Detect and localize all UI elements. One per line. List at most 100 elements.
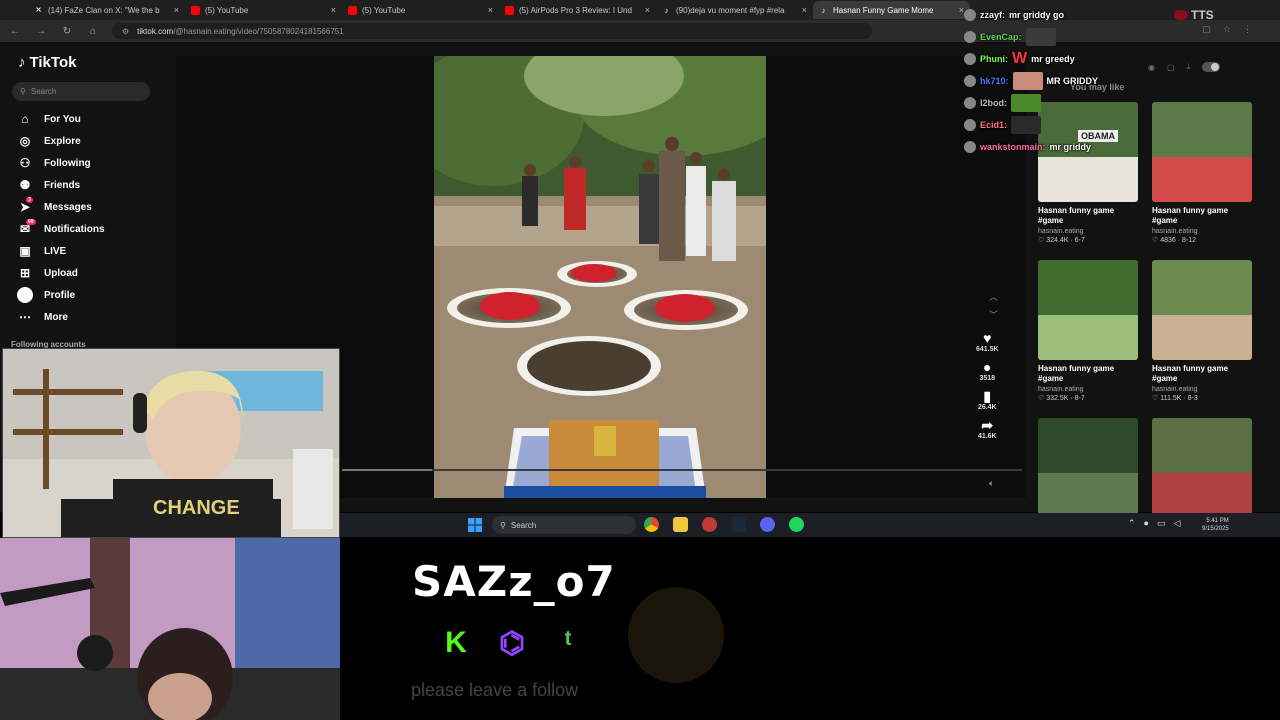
discord-icon[interactable]	[760, 517, 775, 532]
save-button[interactable]: ▮ 26.4K	[978, 388, 997, 411]
chat-username[interactable]: wankstonmain:	[980, 142, 1046, 152]
chat-username[interactable]: Phuni:	[980, 54, 1008, 64]
extensions-icon[interactable]: ▢	[1202, 24, 1211, 35]
chat-badge-icon	[964, 31, 976, 43]
nav-following[interactable]: ⚇ Following	[17, 152, 105, 174]
nav-for-you[interactable]: ⌂ For You	[17, 108, 105, 130]
card-author[interactable]: hasnain.eating	[1152, 386, 1252, 393]
chat-username[interactable]: zzayf:	[980, 10, 1005, 20]
menu-icon[interactable]: ⋮	[1243, 24, 1252, 35]
video-actions: ♥ 641.5K ● 3518 ▮ 26.4K ➦ 41.6K	[976, 330, 999, 444]
video-thumbnail	[1038, 260, 1138, 360]
url-path: /@hasnain.eating/video/75058780241815667…	[173, 26, 344, 36]
card-author[interactable]: hasnain.eating	[1152, 228, 1252, 235]
next-video-chevron-icon[interactable]: ﹀	[989, 308, 998, 321]
network-icon[interactable]: ▭	[1157, 518, 1166, 529]
steam-icon[interactable]	[731, 517, 746, 532]
chat-message: wankstonmain: mr griddy	[964, 136, 1164, 158]
home-icon[interactable]: ⌂	[86, 26, 100, 37]
card-likes: 332.5K	[1046, 395, 1069, 402]
like-button[interactable]: ♥ 641.5K	[976, 330, 999, 353]
nav-label: Upload	[44, 267, 78, 279]
back-icon[interactable]: ←	[8, 26, 22, 37]
site-info-icon[interactable]: ⚙	[122, 27, 129, 36]
file-explorer-icon[interactable]	[673, 517, 688, 532]
bookmark-icon: ▮	[983, 388, 992, 404]
volume-icon[interactable]: 🔈︎	[989, 478, 994, 489]
spotify-icon[interactable]	[789, 517, 804, 532]
close-tab-icon[interactable]: ×	[645, 5, 650, 15]
tiktok-logo[interactable]: ♪ TikTok	[18, 54, 76, 71]
url-field[interactable]: ⚙ tiktok.com/@hasnain.eating/video/75058…	[112, 23, 872, 39]
browser-tab[interactable]: ✕ (14) FaZe Clan on X: "We the b ×	[28, 1, 185, 19]
taskbar-clock[interactable]: 5:41 PM 9/15/2025	[1202, 517, 1229, 533]
chat-badge-icon	[964, 9, 976, 21]
share-button[interactable]: ➦ 41.6K	[978, 417, 997, 440]
browser-tab[interactable]: (5) YouTube ×	[185, 1, 342, 19]
nav-label: Following	[44, 157, 91, 169]
nav-live[interactable]: ▣ LIVE	[17, 240, 105, 262]
tiktok-search-input[interactable]: ⚲ Search	[12, 82, 150, 101]
recommended-video-card[interactable]: Hasnan funny game #game hasnain.eating ♡ 3…	[1038, 260, 1138, 418]
card-title: Hasnan funny game #game	[1152, 206, 1229, 225]
square-icon[interactable]: ▢	[1167, 63, 1175, 72]
heart-outline-icon: ♡	[1038, 237, 1047, 244]
nav-upload[interactable]: ⊞ Upload	[17, 262, 105, 284]
close-tab-icon[interactable]: ×	[174, 5, 179, 15]
forward-icon[interactable]: →	[34, 26, 48, 37]
bookmark-star-icon[interactable]: ☆	[1223, 24, 1231, 35]
nav-explore[interactable]: ◎ Explore	[17, 130, 105, 152]
card-likes: 324.4K	[1046, 237, 1069, 244]
chat-badge-icon	[964, 75, 976, 87]
chat-message: Ecid1:	[964, 114, 1164, 136]
chat-username[interactable]: EvenCap:	[980, 32, 1022, 42]
tiktok-alt-icon[interactable]: ᵗ	[549, 623, 587, 663]
nav-notifications[interactable]: ✉ 99 Notifications	[17, 218, 105, 240]
chat-username[interactable]: hk710:	[980, 76, 1009, 86]
tts-indicator: TTS	[1174, 8, 1214, 22]
recommended-video-card[interactable]: Hasnan funny game #game hasnain.eating ♡ 1…	[1152, 260, 1252, 418]
chat-username[interactable]: Ecid1:	[980, 120, 1007, 130]
autoplay-toggle[interactable]	[1202, 62, 1221, 72]
windows-start-icon[interactable]	[468, 518, 482, 537]
previous-video-chevron-icon[interactable]: ︿	[989, 290, 998, 303]
video-progress-bar[interactable]	[342, 469, 1022, 471]
nav-friends[interactable]: ⚉ Friends	[17, 174, 105, 196]
card-title: Hasnan funny game #game	[1152, 364, 1229, 383]
download-icon[interactable]: ⤓	[1187, 62, 1191, 72]
browser-tab[interactable]: ♪ Hasnan Funny Game Mome ×	[813, 1, 970, 19]
browser-tab[interactable]: ♪ (90)deja vu moment #fyp #rela ×	[656, 1, 813, 19]
mic-icon[interactable]: ●	[1144, 518, 1149, 529]
browser-tab[interactable]: (5) YouTube ×	[342, 1, 499, 19]
card-author[interactable]: hasnain.eating	[1038, 228, 1138, 235]
close-tab-icon[interactable]: ×	[488, 5, 493, 15]
card-author[interactable]: hasnain.eating	[1038, 386, 1138, 393]
nav-more[interactable]: ⋯ More	[17, 306, 105, 328]
close-tab-icon[interactable]: ×	[802, 5, 807, 15]
reload-icon[interactable]: ↻	[60, 26, 74, 37]
tiktok-icon: ♪	[664, 5, 669, 15]
chevron-up-icon[interactable]: ⌃	[1128, 518, 1136, 529]
video-progress-fill	[342, 469, 432, 471]
volume-icon[interactable]: ◁	[1174, 518, 1181, 529]
taskbar-search-input[interactable]: ⚲ Search	[492, 516, 636, 534]
share-arrow-icon: ➦	[981, 417, 994, 433]
chrome-icon[interactable]	[644, 517, 659, 532]
heart-outline-icon: ♡	[1038, 395, 1047, 402]
sidebar-nav: ⌂ For You ◎ Explore ⚇ Following ⚉ Friends ➤ 3 Mess…	[17, 108, 105, 328]
chat-username[interactable]: l2bod:	[980, 98, 1007, 108]
comment-button[interactable]: ● 3518	[980, 359, 996, 382]
chat-message: zzayf: mr griddy go	[964, 4, 1164, 26]
close-tab-icon[interactable]: ×	[331, 5, 336, 15]
kick-icon[interactable]: K	[437, 623, 475, 663]
nav-messages[interactable]: ➤ 3 Messages	[17, 196, 105, 218]
twitch-icon[interactable]: ⌬	[493, 623, 531, 663]
recommended-video-card[interactable]: Hasnan funny game #game hasnain.eating ♡ 4…	[1152, 102, 1252, 260]
browser-toolbar-icons: ▢ ☆ ⋮	[1202, 24, 1252, 35]
nav-profile[interactable]: Profile	[17, 284, 105, 306]
browser-tab[interactable]: (5) AirPods Pro 3 Review: I Und ×	[499, 1, 656, 19]
card-date: 8-12	[1182, 237, 1197, 244]
video-frame[interactable]	[434, 56, 766, 498]
app-icon[interactable]	[702, 517, 717, 532]
card-date: 8-7	[1074, 395, 1085, 402]
